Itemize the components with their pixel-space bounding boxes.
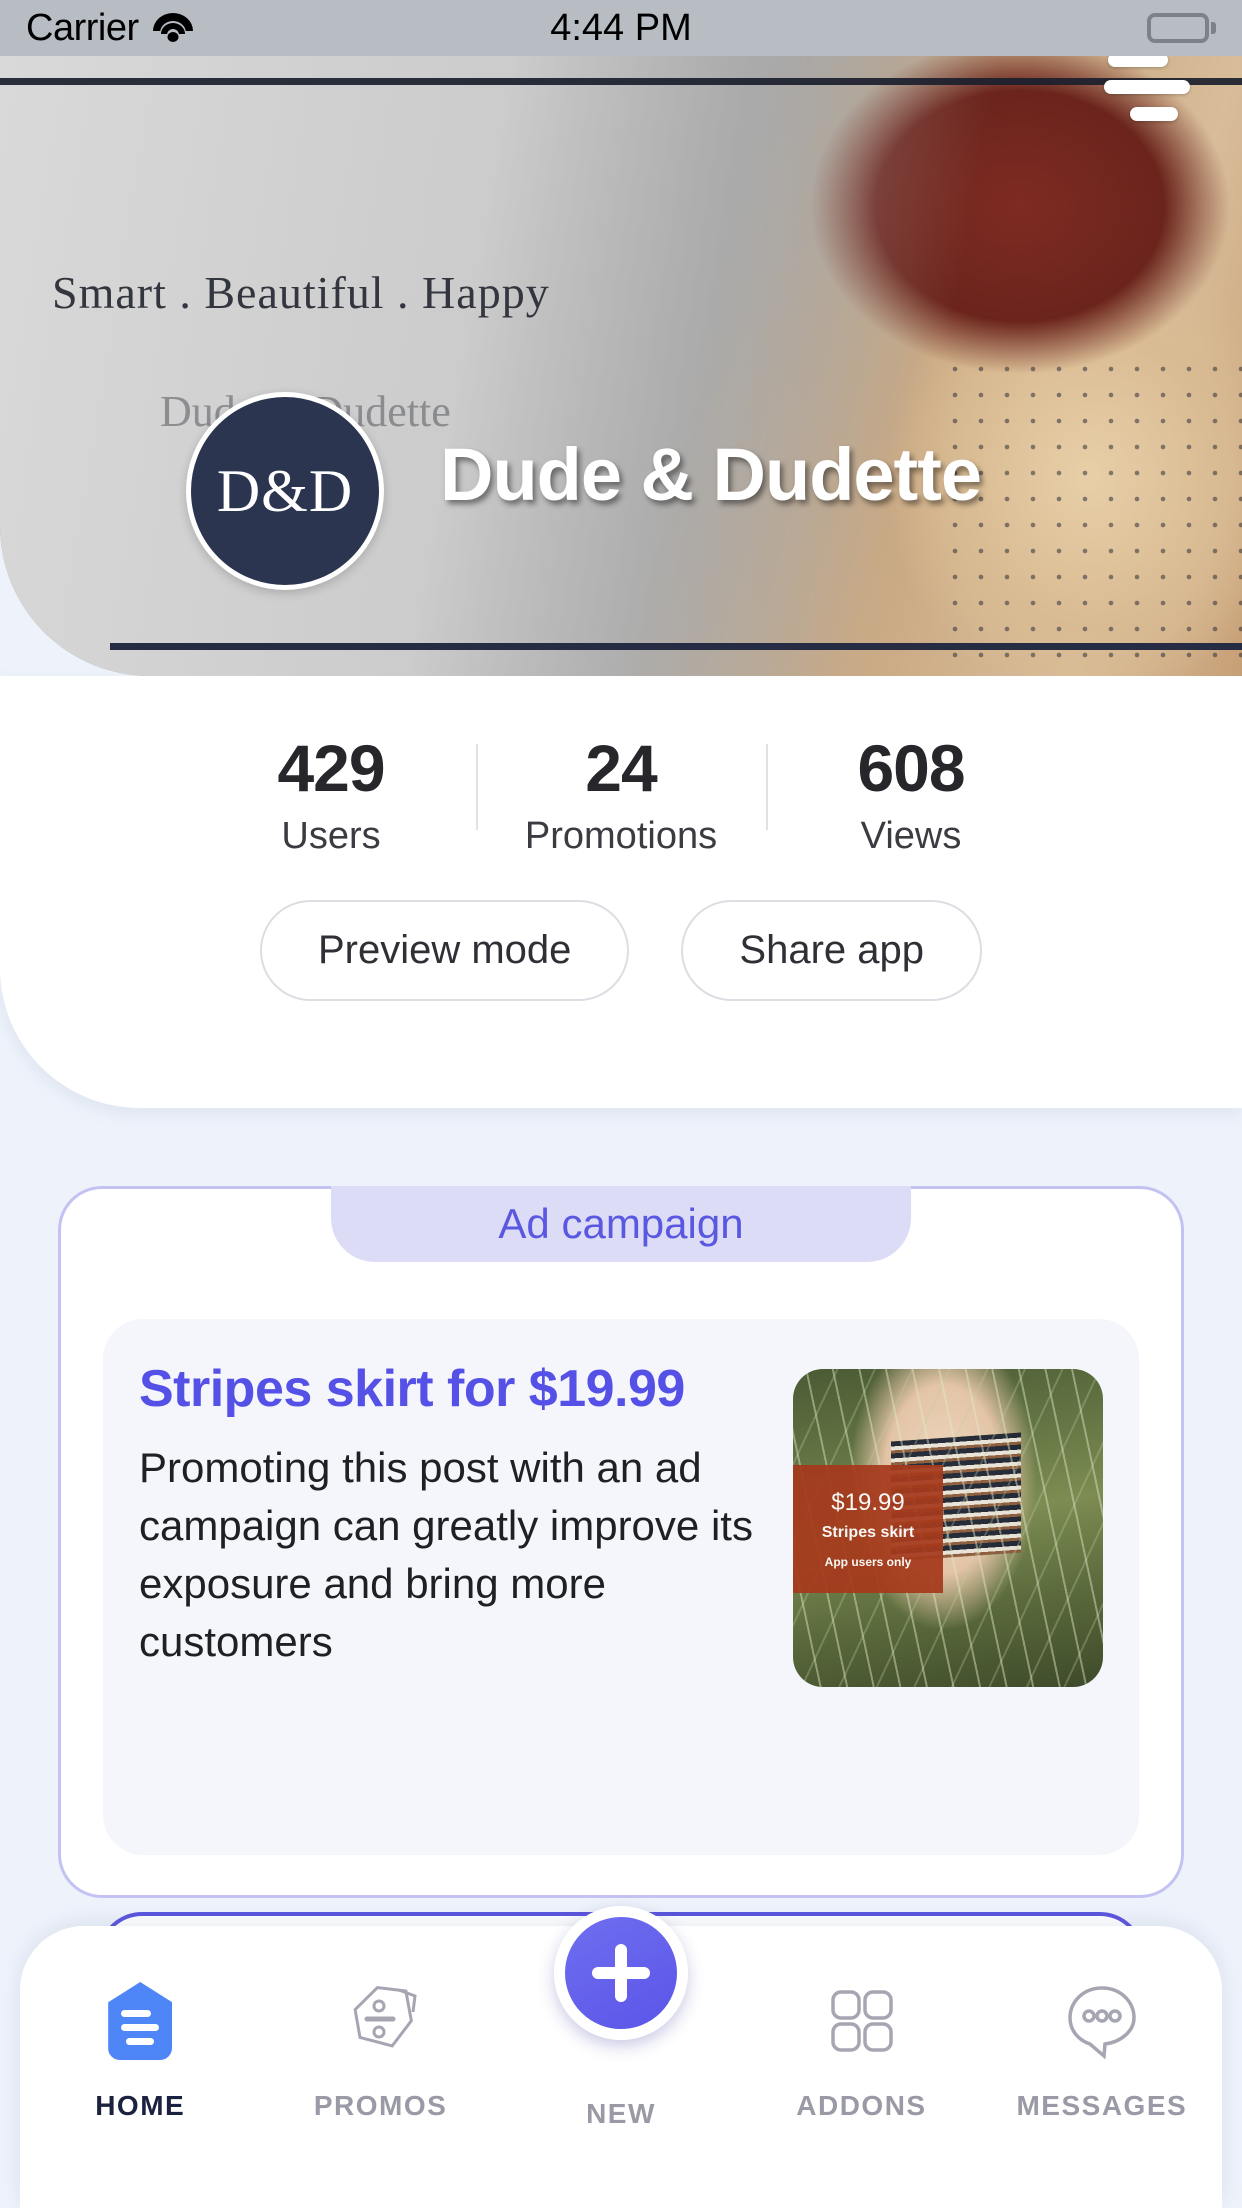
nav-item-messages[interactable]: MESSAGES [982,1926,1222,2208]
nav-label-promos: PROMOS [313,2090,448,2121]
clock-label: 4:44 PM [550,6,692,49]
status-bar: Carrier 4:44 PM [0,0,1242,56]
nav-label-home: HOME [95,2090,186,2121]
price-tag-icon [335,1978,427,2064]
nav-label-new: NEW [586,2098,656,2129]
stat-users: 429 Users [186,731,476,858]
profile-banner: Smart . Beautiful . Happy Dude & Dudette [0,56,1242,676]
home-icon [94,1978,186,2064]
ad-campaign-title: Stripes skirt for $19.99 [139,1360,685,1418]
ad-campaign-text: Stripes skirt for $19.99 Promoting this … [139,1361,793,1813]
thumbnail-product-name: Stripes skirt [821,1524,915,1541]
page-title: Dude & Dudette [440,433,982,516]
stat-value: 608 [857,731,965,805]
stat-views: 608 Views [766,731,1056,858]
chat-bubble-icon [1056,1978,1148,2064]
thumbnail-note: App users only [824,1555,912,1569]
banner-top-rule [0,78,1242,85]
avatar-initials: D&D [216,457,354,524]
stat-label: Promotions [524,815,718,858]
hamburger-menu-icon[interactable] [1104,52,1190,122]
battery-full-icon [1147,13,1209,43]
banner-overlay [0,56,1242,676]
profile-card: 429 Users 24 Promotions 608 Views Previe… [0,676,1242,1108]
grid-squares-icon [815,1978,907,2064]
banner-bottom-rule [110,643,1242,650]
status-bar-right [1147,13,1216,43]
avatar[interactable]: D&D [186,392,384,590]
app-screen: Carrier 4:44 PM Smart . Beautiful . Happ… [0,0,1242,2208]
nav-label-addons: ADDONS [796,2090,927,2121]
ad-campaign-card[interactable]: Ad campaign Stripes skirt for $19.99 Pro… [58,1186,1184,1898]
ad-campaign-body: Stripes skirt for $19.99 Promoting this … [103,1319,1139,1855]
stat-value: 24 [585,731,657,805]
nav-item-addons[interactable]: ADDONS [741,1926,981,2208]
banner-tagline: Smart . Beautiful . Happy [52,267,550,318]
ad-campaign-description: Promoting this post with an ad campaign … [139,1444,753,1666]
stat-label: Users [281,815,381,858]
stats-row: 429 Users 24 Promotions 608 Views [0,676,1242,858]
add-new-button[interactable] [554,1906,688,2040]
profile-actions: Preview mode Share app [0,900,1242,1002]
new-fab-wrapper: NEW [554,1906,688,2129]
nav-item-promos[interactable]: PROMOS [260,1926,500,2208]
product-thumbnail[interactable]: $19.99 Stripes skirt App users only [793,1369,1103,1687]
thumbnail-price: $19.99 [831,1489,905,1516]
stat-label: Views [860,815,962,858]
battery-cap-icon [1211,22,1216,34]
thumbnail-promo-overlay: $19.99 Stripes skirt App users only [793,1465,943,1593]
stat-promotions: 24 Promotions [476,731,766,858]
ad-campaign-tab-label: Ad campaign [498,1200,744,1247]
share-app-button[interactable]: Share app [681,900,983,1002]
ad-campaign-tab: Ad campaign [331,1186,911,1262]
preview-mode-button[interactable]: Preview mode [259,900,630,1002]
stat-value: 429 [277,731,385,805]
nav-label-messages: MESSAGES [1016,2090,1188,2121]
nav-item-home[interactable]: HOME [20,1926,260,2208]
